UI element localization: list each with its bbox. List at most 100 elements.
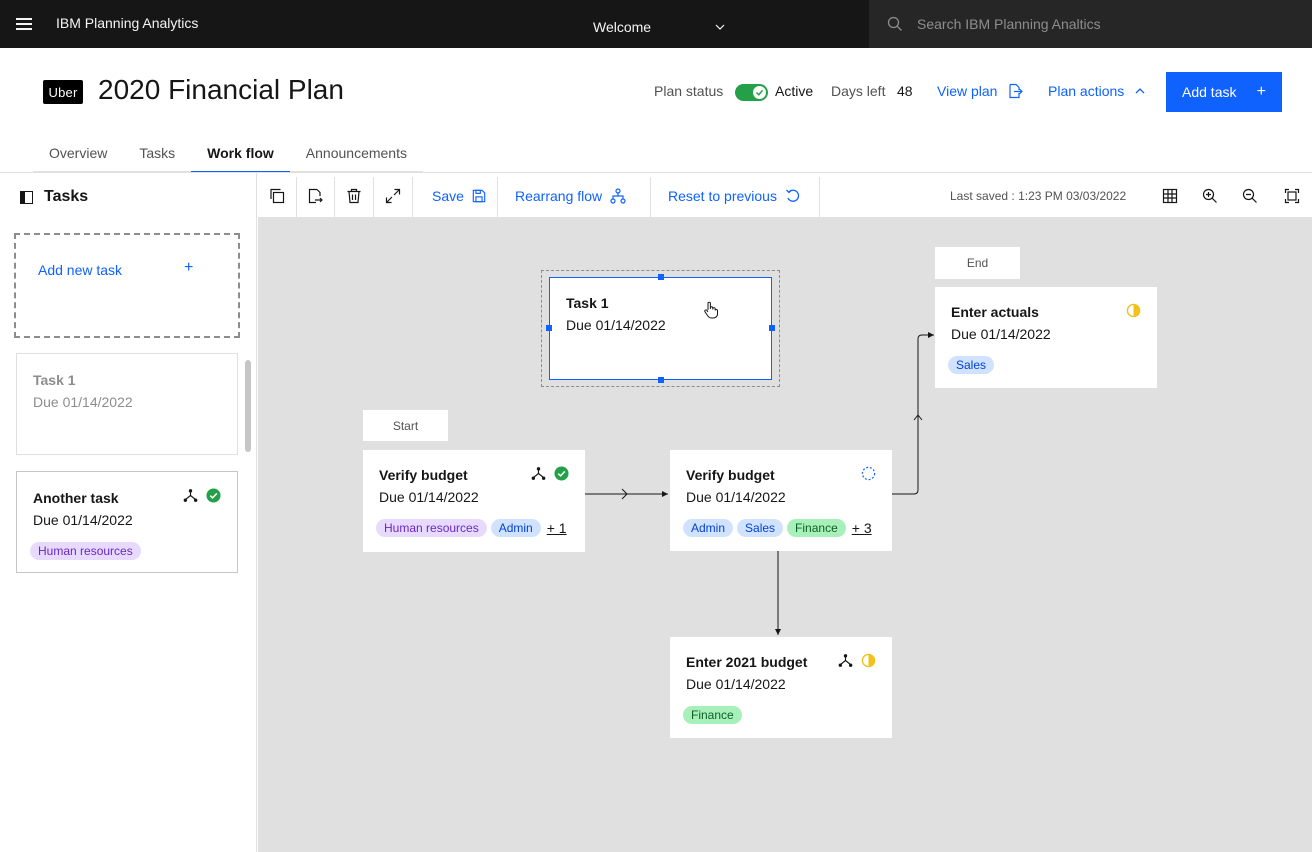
plan-status-label: Plan status — [654, 83, 724, 99]
node-due: Due 01/14/2022 — [379, 489, 479, 505]
rearrange-flow-button[interactable]: Rearrang flow — [515, 173, 626, 218]
workflow-icon — [838, 654, 853, 667]
node-due: Due 01/14/2022 — [686, 489, 786, 505]
task-card-another-task[interactable]: Another task Due 01/14/2022 Human resour… — [16, 471, 238, 573]
search-input[interactable] — [917, 0, 1297, 48]
zoom-in-icon — [1202, 188, 1217, 203]
checkmark-icon — [753, 86, 766, 99]
node-title: Enter actuals — [951, 304, 1039, 320]
launch-icon — [1009, 83, 1024, 99]
add-new-task-tile[interactable]: Add new task + — [14, 233, 240, 338]
chevron-up-icon — [1135, 88, 1145, 94]
resize-handle-bottom[interactable] — [658, 377, 664, 383]
in-progress-icon — [861, 653, 876, 668]
paste-button[interactable] — [296, 173, 334, 218]
scrollbar[interactable] — [245, 360, 251, 452]
plan-status-toggle[interactable] — [735, 84, 768, 101]
tab-work-flow[interactable]: Work flow — [191, 134, 290, 173]
fit-to-screen-button[interactable] — [1272, 173, 1312, 218]
document-export-icon — [308, 188, 323, 203]
copy-icon — [270, 188, 285, 203]
tab-tasks[interactable]: Tasks — [123, 134, 192, 173]
task-card-due: Due 01/14/2022 — [33, 512, 133, 528]
node-verify-budget-1[interactable]: Verify budget Due 01/14/2022 Human resou… — [363, 450, 585, 552]
toolbar-divider — [650, 177, 651, 217]
tag-list: Sales — [948, 356, 995, 374]
node-due: Due 01/14/2022 — [686, 676, 786, 692]
view-plan-label: View plan — [937, 83, 998, 99]
not-started-icon — [861, 466, 876, 481]
last-saved-value: 1:23 PM 03/03/2022 — [1018, 189, 1127, 203]
trash-can-icon — [347, 188, 361, 203]
flow-icon — [610, 187, 626, 204]
copy-button[interactable] — [258, 173, 296, 218]
last-saved-label: Last saved : — [950, 189, 1015, 203]
task-card-icons — [183, 488, 221, 503]
resize-handle-right[interactable] — [769, 325, 775, 331]
tag-human-resources: Human resources — [30, 542, 141, 560]
tab-overview[interactable]: Overview — [33, 134, 124, 173]
zoom-out-button[interactable] — [1230, 173, 1270, 218]
add-new-task-label: Add new task — [38, 262, 123, 278]
node-icons — [838, 653, 876, 668]
toolbar-divider — [412, 177, 413, 217]
maximize-icon — [385, 188, 401, 203]
reset-to-previous-button[interactable]: Reset to previous — [668, 173, 801, 218]
tag-admin: Admin — [490, 519, 541, 537]
fit-to-screen-icon — [1284, 188, 1300, 203]
delete-button[interactable] — [335, 173, 373, 218]
minimap-button[interactable] — [1150, 173, 1190, 218]
node-title: Task 1 — [566, 295, 609, 311]
top-bar: IBM Planning Analytics Welcome — [0, 0, 1312, 48]
workflow-toolbar: Save Rearrang flow Reset to previous Las… — [258, 173, 1312, 218]
more-tags-link[interactable]: + 1 — [547, 520, 567, 536]
workflow-icon — [531, 467, 546, 480]
days-left-value: 48 — [897, 83, 913, 99]
side-panel-icon[interactable] — [20, 191, 33, 204]
search-bar — [869, 0, 1312, 48]
checkmark-filled-icon — [554, 466, 569, 481]
tag-finance: Finance — [683, 706, 742, 724]
save-icon — [472, 189, 486, 202]
node-task-1[interactable]: Task 1 Due 01/14/2022 — [546, 274, 775, 383]
workflow-canvas[interactable]: Task 1 Due 01/14/2022 Start End Verify b… — [258, 218, 1312, 852]
welcome-menu[interactable]: Welcome — [593, 19, 651, 35]
tag-list: Human resources — [30, 542, 141, 560]
task-card-due: Due 01/14/2022 — [33, 394, 133, 410]
node-icons — [861, 466, 876, 481]
view-plan-link[interactable]: View plan — [937, 83, 1024, 99]
zoom-in-button[interactable] — [1190, 173, 1230, 218]
node-title: Enter 2021 budget — [686, 654, 808, 670]
tag-list: Human resources Admin + 1 — [376, 519, 567, 537]
add-task-label: Add task — [1182, 84, 1237, 100]
plan-actions-label: Plan actions — [1048, 83, 1125, 99]
resize-handle-left[interactable] — [546, 325, 552, 331]
start-label: Start — [363, 410, 448, 441]
expand-button[interactable] — [374, 173, 412, 218]
resize-handle-top[interactable] — [658, 274, 664, 280]
chevron-down-icon[interactable] — [713, 20, 727, 34]
node-verify-budget-2[interactable]: Verify budget Due 01/14/2022 Admin Sales… — [670, 450, 892, 551]
add-task-button[interactable]: Add task + — [1166, 72, 1282, 112]
node-enter-actuals[interactable]: Enter actuals Due 01/14/2022 Sales — [935, 287, 1157, 388]
more-tags-link[interactable]: + 3 — [852, 520, 872, 536]
tab-announcements[interactable]: Announcements — [289, 134, 423, 173]
end-label: End — [935, 247, 1020, 279]
node-enter-2021-budget[interactable]: Enter 2021 budget Due 01/14/2022 Finance — [670, 637, 892, 738]
save-button[interactable]: Save — [432, 173, 486, 218]
add-icon: + — [1256, 83, 1266, 100]
in-progress-icon — [1126, 303, 1141, 318]
node-title: Verify budget — [686, 467, 775, 483]
node-icons — [531, 466, 569, 481]
tag-finance: Finance — [787, 519, 846, 537]
page-title: 2020 Financial Plan — [98, 74, 344, 105]
tag-admin: Admin — [683, 519, 734, 537]
plan-actions-menu[interactable]: Plan actions — [1048, 83, 1146, 99]
task-card-title: Task 1 — [33, 372, 76, 388]
search-icon — [887, 16, 902, 31]
toolbar-divider — [497, 177, 498, 217]
tag-sales: Sales — [948, 356, 995, 374]
hamburger-menu-icon[interactable] — [0, 0, 48, 48]
task-card-task-1[interactable]: Task 1 Due 01/14/2022 — [16, 353, 238, 455]
hand-cursor-icon — [704, 301, 718, 319]
